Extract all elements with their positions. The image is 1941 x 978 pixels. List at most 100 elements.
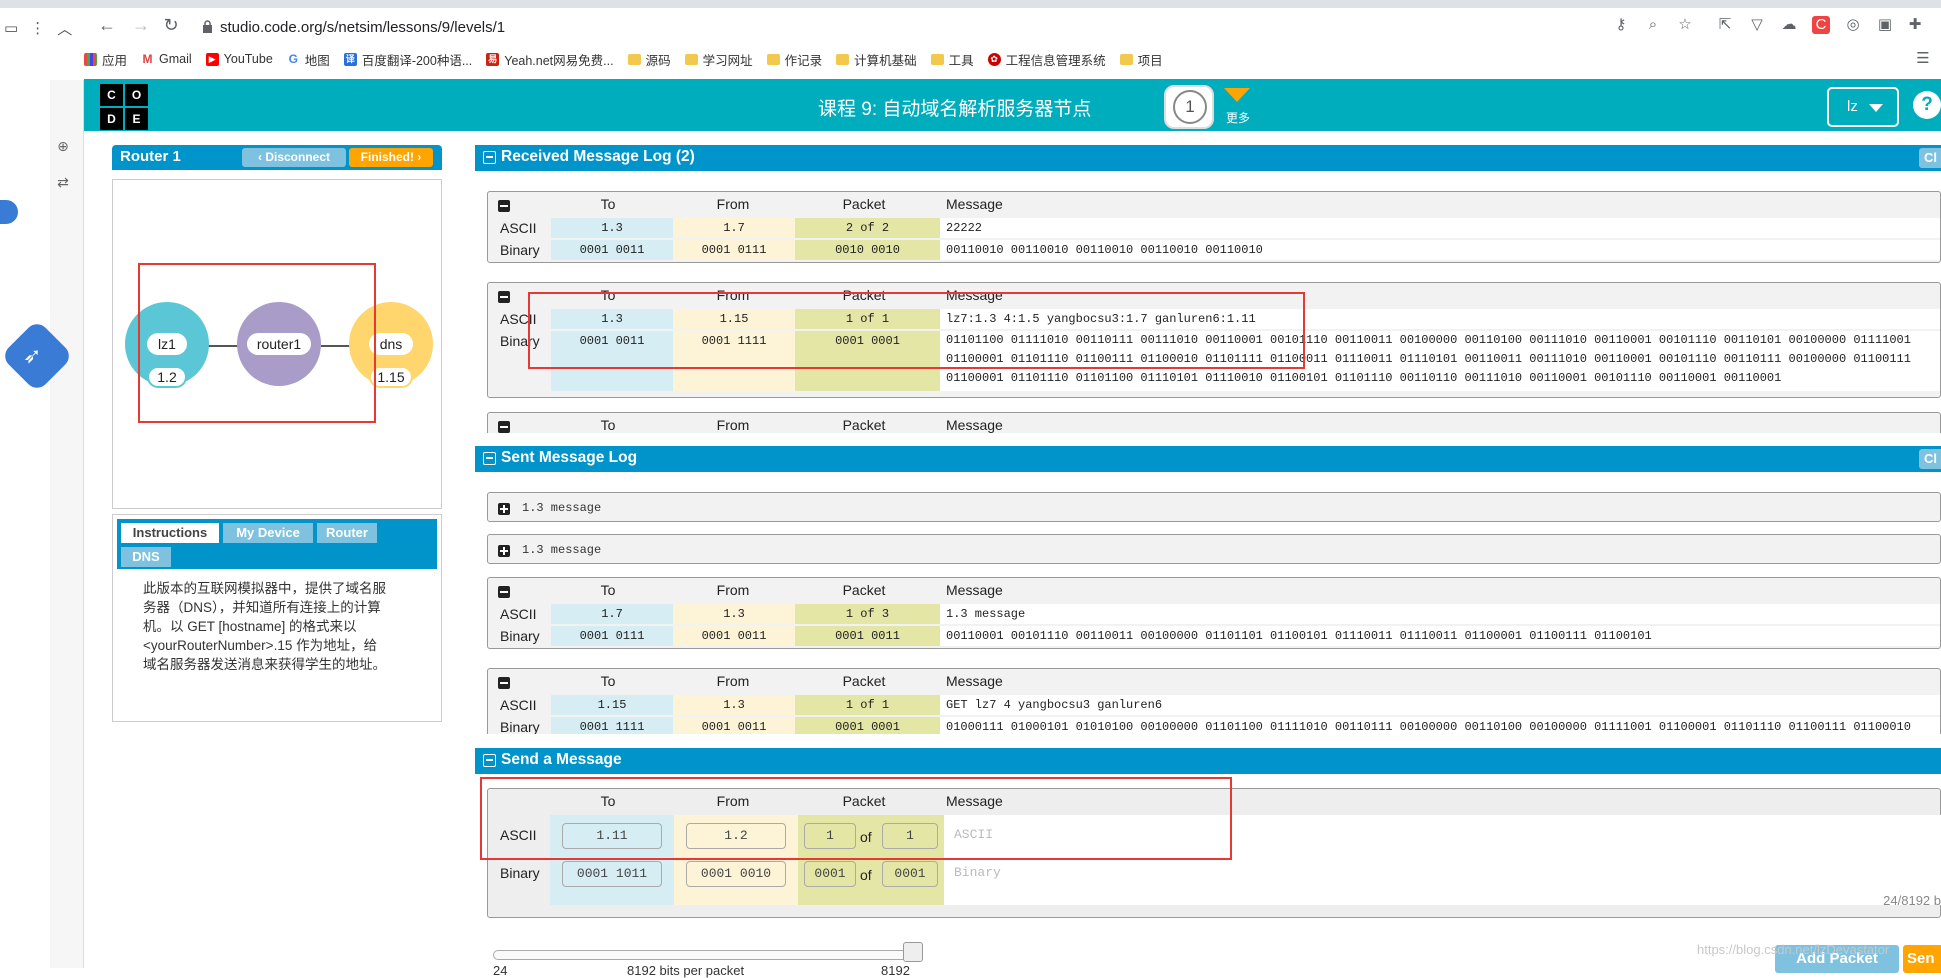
message-ascii-input[interactable]: ASCII xyxy=(946,823,1936,849)
col-from: From xyxy=(716,582,750,598)
send-button[interactable]: Sen xyxy=(1903,945,1941,973)
packet-total-binary-input[interactable]: 0001 xyxy=(882,861,938,887)
extension-icon[interactable]: ⇱ xyxy=(1716,16,1734,34)
packet-size-slider[interactable] xyxy=(493,950,913,960)
cell-message-binary: 01101100 01111010 00110111 00111010 0011… xyxy=(940,331,1940,391)
tab-dns[interactable]: DNS xyxy=(121,547,171,567)
sent-message-collapsed[interactable]: 1.3 message xyxy=(487,492,1941,522)
col-packet: Packet xyxy=(842,793,886,809)
bookmark-netease[interactable]: 易 Yeah.net网易免费... xyxy=(486,50,614,69)
bookmark-folder[interactable]: 项目 xyxy=(1119,50,1163,69)
slider-handle[interactable] xyxy=(903,942,923,962)
cell-to: 1.15 xyxy=(551,695,673,715)
star-icon[interactable]: ☆ xyxy=(1676,16,1694,34)
extension-icon[interactable]: ▽ xyxy=(1748,16,1766,34)
back-icon[interactable]: ← xyxy=(96,14,118,36)
bookmark-folder[interactable]: 源码 xyxy=(627,50,671,69)
user-name: lz xyxy=(1847,98,1858,115)
huawei-icon: ✿ xyxy=(987,52,1001,66)
collapse-icon[interactable] xyxy=(483,151,496,164)
cell-to: 1.3 xyxy=(551,218,673,238)
collapse-message-icon[interactable] xyxy=(498,200,510,212)
user-menu-button[interactable]: lz xyxy=(1827,87,1899,127)
csdn-extension-icon[interactable]: C xyxy=(1812,16,1830,34)
bookmark-folder[interactable]: 计算机基础 xyxy=(836,50,917,69)
tab-my-device[interactable]: My Device xyxy=(223,523,313,543)
puzzle-icon[interactable]: ✚ xyxy=(1906,16,1924,34)
row-ascii-label: ASCII xyxy=(500,311,537,327)
disconnect-button[interactable]: ‹ Disconnect xyxy=(242,148,346,167)
zoom-in-icon[interactable]: ⊕ xyxy=(52,138,74,160)
chat-icon[interactable]: ▭ xyxy=(4,19,18,37)
sent-log-area[interactable]: 1.3 message 1.3 message To From Packet M… xyxy=(475,472,1941,734)
message-binary-input[interactable]: Binary xyxy=(946,861,1936,887)
clear-received-button[interactable]: Cl xyxy=(1919,148,1941,168)
collapse-icon[interactable] xyxy=(483,452,496,465)
tab-router[interactable]: Router xyxy=(317,523,377,543)
key-icon[interactable]: ⚷ xyxy=(1612,16,1630,34)
sent-message-collapsed[interactable]: 1.3 message xyxy=(487,534,1941,564)
bookmark-folder[interactable]: 学习网址 xyxy=(684,50,753,69)
tab-instructions[interactable]: Instructions xyxy=(121,523,219,543)
collapse-icon[interactable] xyxy=(483,754,496,767)
packet-number-input[interactable]: 1 xyxy=(804,823,856,849)
browser-side-controls: ▭ ⋮ ︿ xyxy=(0,8,84,48)
address-bar[interactable]: studio.code.org/s/netsim/lessons/9/level… xyxy=(198,12,1698,42)
bookmark-folder[interactable]: 工具 xyxy=(930,50,974,69)
col-from: From xyxy=(716,287,750,303)
packet-number-binary-input[interactable]: 0001 xyxy=(804,861,856,887)
sent-message-card: To From Packet Message ASCII Binary 1.7 … xyxy=(487,577,1941,649)
expand-message-icon[interactable] xyxy=(498,503,510,515)
to-binary-input[interactable]: 0001 1011 xyxy=(562,861,662,887)
expand-message-icon[interactable] xyxy=(498,545,510,557)
gmail-icon: M xyxy=(141,51,155,66)
forward-icon[interactable]: → xyxy=(130,14,152,36)
extension-icon[interactable]: ☁ xyxy=(1780,16,1798,34)
sent-log-bar[interactable]: Sent Message Log Cl xyxy=(475,446,1941,472)
network-link xyxy=(321,345,351,347)
chevron-up-icon[interactable]: ︿ xyxy=(57,18,72,39)
caret-down-icon xyxy=(1869,104,1883,112)
bookmark-huawei[interactable]: ✿ 工程信息管理系统 xyxy=(987,50,1106,69)
watermark-text: https://blog.csdn.net/lzDevastator xyxy=(1697,942,1890,957)
bookmark-youtube[interactable]: ▶ YouTube xyxy=(205,52,273,66)
bookmark-maps[interactable]: G 地图 xyxy=(286,50,330,69)
extension-icon[interactable]: ◎ xyxy=(1844,16,1862,34)
folder-icon xyxy=(1119,53,1133,65)
cell-to-binary: 0001 0111 xyxy=(551,626,673,646)
finished-button[interactable]: Finished! › xyxy=(349,148,433,167)
from-ascii-input[interactable]: 1.2 xyxy=(686,823,786,849)
collapse-message-icon[interactable] xyxy=(498,586,510,598)
code-org-logo[interactable]: C O D E xyxy=(100,84,148,130)
bookmark-gmail[interactable]: M Gmail xyxy=(141,52,192,66)
more-label[interactable]: 更多 xyxy=(1226,109,1250,126)
collapse-message-icon[interactable] xyxy=(498,291,510,303)
send-message-form: To From Packet Message ASCII Binary 1.11… xyxy=(487,788,1941,918)
bookmark-folder[interactable]: 作记录 xyxy=(766,50,822,69)
extension-icon[interactable]: ▣ xyxy=(1876,16,1894,34)
level-progress-bubble[interactable]: 1 xyxy=(1164,85,1214,129)
send-message-bar[interactable]: Send a Message xyxy=(475,748,1941,774)
cell-packet: 1 of 1 xyxy=(795,309,940,329)
reading-list-icon[interactable]: ☰ xyxy=(1914,50,1932,68)
help-button[interactable]: ? xyxy=(1913,91,1941,119)
bookmark-apps[interactable]: 应用 xyxy=(84,50,127,69)
reload-icon[interactable]: ↻ xyxy=(160,14,182,36)
translate-icon[interactable]: ⇄ xyxy=(52,174,74,196)
code-org-header: C O D E 课程 9: 自动域名解析服务器节点 1 更多 lz ? xyxy=(84,79,1941,131)
slider-max-label: 8192 xyxy=(881,963,910,978)
received-log-area[interactable]: To From Packet Message ASCII Binary 1.3 … xyxy=(475,171,1941,433)
from-binary-input[interactable]: 0001 0010 xyxy=(686,861,786,887)
packet-total-input[interactable]: 1 xyxy=(882,823,938,849)
clear-sent-button[interactable]: Cl xyxy=(1919,449,1941,469)
more-vertical-icon[interactable]: ⋮ xyxy=(30,19,45,37)
collapse-message-icon[interactable] xyxy=(498,421,510,433)
zoom-icon[interactable]: ⌕ xyxy=(1644,16,1662,34)
bookmark-baidu-translate[interactable]: 译百度翻译-200种语... xyxy=(343,50,472,69)
collapse-message-icon[interactable] xyxy=(498,677,510,689)
row-binary-label: Binary xyxy=(500,242,540,258)
to-ascii-input[interactable]: 1.11 xyxy=(562,823,662,849)
more-triangle-icon[interactable] xyxy=(1224,88,1250,102)
node-name: router1 xyxy=(247,333,311,355)
received-log-bar[interactable]: Received Message Log (2) Cl xyxy=(475,145,1941,171)
